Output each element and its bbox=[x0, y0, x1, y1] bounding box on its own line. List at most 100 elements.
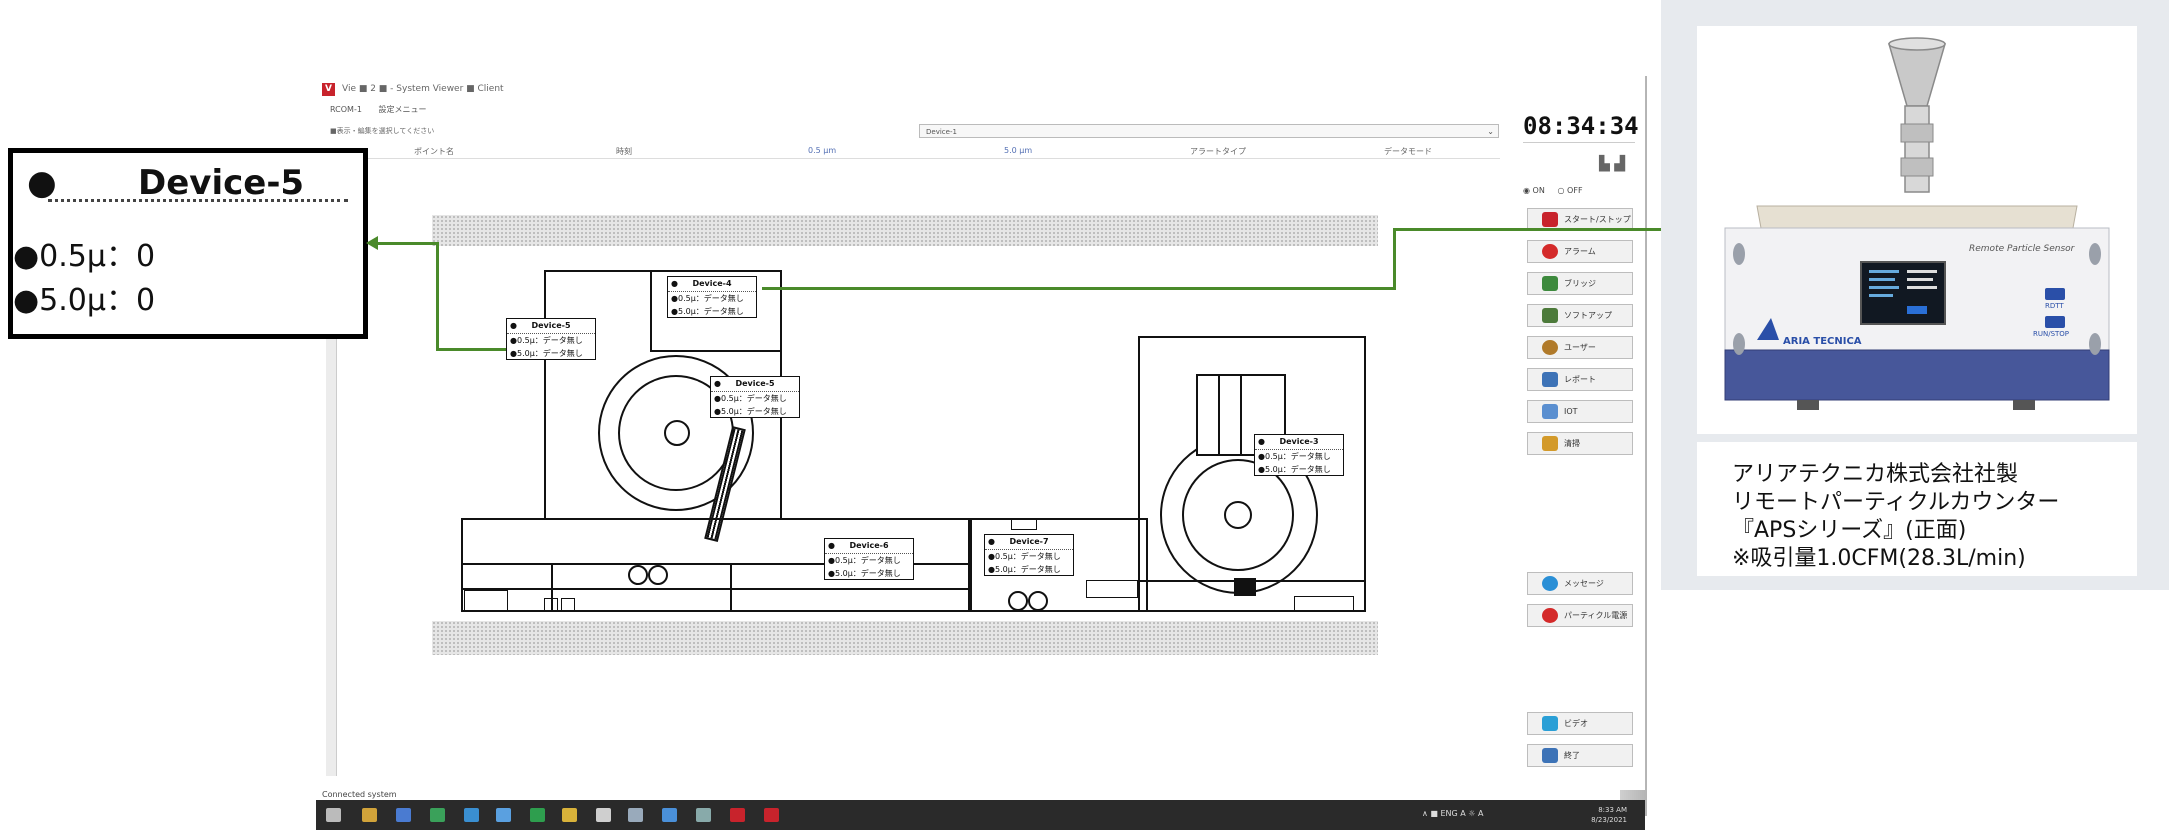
run-stop-label: RUN/STOP bbox=[2033, 330, 2070, 338]
map-label-device-6[interactable]: ● Device-6 ●0.5μ：データ無し ●5.0μ：データ無し bbox=[824, 538, 914, 580]
map-label-device-3[interactable]: ● Device-3 ●0.5μ：データ無し ●5.0μ：データ無し bbox=[1254, 434, 1344, 476]
label-name: Device-7 bbox=[1009, 537, 1049, 546]
label-name: Device-6 bbox=[849, 541, 889, 550]
machine-wall bbox=[1240, 374, 1242, 456]
mode-radios: ◉ ON ○ OFF bbox=[1523, 186, 1583, 195]
pipe-ring bbox=[648, 565, 668, 585]
soft-up-icon bbox=[1542, 308, 1558, 323]
message-icon bbox=[1542, 576, 1558, 591]
connector-line bbox=[762, 287, 1395, 290]
gravel-strip-top bbox=[432, 215, 1378, 246]
header-divider bbox=[330, 158, 1500, 159]
map-label-device-7[interactable]: ● Device-7 ●0.5μ：データ無し ●5.0μ：データ無し bbox=[984, 534, 1074, 576]
connector-line bbox=[436, 348, 506, 351]
app-icon[interactable] bbox=[628, 808, 643, 822]
app-icon[interactable] bbox=[596, 808, 611, 822]
arrow-left-icon bbox=[366, 236, 378, 250]
app-icon[interactable] bbox=[730, 808, 745, 822]
button-label: パーティクル電源 bbox=[1564, 611, 1628, 620]
column-header-point: ポイント名 bbox=[414, 147, 454, 156]
room-small bbox=[464, 590, 508, 612]
hall-wall bbox=[461, 588, 970, 590]
label-row-50: ●5.0μ：データ無し bbox=[671, 307, 744, 316]
label-row-05: ●0.5μ：データ無し bbox=[510, 336, 583, 345]
report-button[interactable]: レポート bbox=[1527, 368, 1633, 391]
gravel-strip-bottom bbox=[432, 621, 1378, 655]
taskbar-clock[interactable]: 8:33 AM 8/23/2021 bbox=[1591, 805, 1627, 825]
app-icon[interactable] bbox=[430, 808, 445, 822]
button-label: メッセージ bbox=[1564, 579, 1604, 588]
title-bar: V Vie ■ 2 ■ - System Viewer ■ Client – ▪… bbox=[316, 76, 1645, 104]
map-label-device-5b[interactable]: ● Device-5 ●0.5μ：データ無し ●5.0μ：データ無し bbox=[710, 376, 800, 418]
particle-counter-illustration bbox=[1724, 37, 2110, 410]
user-button[interactable]: ユーザー bbox=[1527, 336, 1633, 359]
particle-power-button[interactable]: パーティクル電源 bbox=[1527, 604, 1633, 627]
lock-icon[interactable]: ▙ ▟ bbox=[1599, 156, 1625, 172]
label-row-05: ●0.5μ：データ無し bbox=[714, 394, 787, 403]
app-icon[interactable] bbox=[530, 808, 545, 822]
window-title: Vie ■ 2 ■ - System Viewer ■ Client bbox=[342, 84, 504, 94]
map-label-device-5a[interactable]: ● Device-5 ●0.5μ：データ無し ●5.0μ：データ無し bbox=[506, 318, 596, 360]
tank2-core bbox=[1224, 501, 1252, 529]
label-row-50: ●5.0μ：データ無し bbox=[1258, 465, 1331, 474]
tank-core bbox=[664, 420, 690, 446]
radio-on[interactable]: ◉ ON bbox=[1523, 186, 1545, 195]
bridge-button[interactable]: ブリッジ bbox=[1527, 272, 1633, 295]
button-label: ユーザー bbox=[1564, 343, 1596, 352]
button-label: ソフトアップ bbox=[1564, 311, 1612, 320]
exit-button[interactable]: 終了 bbox=[1527, 744, 1633, 767]
connector-line bbox=[374, 242, 438, 245]
app-icon[interactable] bbox=[562, 808, 577, 822]
room-small bbox=[1086, 580, 1138, 598]
app-icon[interactable] bbox=[396, 808, 411, 822]
power-icon bbox=[1542, 608, 1558, 623]
video-button[interactable]: ビデオ bbox=[1527, 712, 1633, 735]
callout-title: Device-5 bbox=[138, 163, 305, 203]
label-row-05: ●0.5μ：データ無し bbox=[828, 556, 901, 565]
taskbar-time: 8:33 AM bbox=[1598, 806, 1627, 814]
status-text: Connected system bbox=[322, 790, 397, 799]
product-panel: Remote Particle Sensor ARIA TECNICA RDTT… bbox=[1661, 0, 2169, 590]
button-label: ブリッジ bbox=[1564, 279, 1596, 288]
explorer-icon[interactable] bbox=[362, 808, 377, 822]
menu-item-rcom[interactable]: RCOM-1 bbox=[330, 105, 362, 114]
iot-icon bbox=[1542, 404, 1558, 419]
label-row-05: ●0.5μ：データ無し bbox=[988, 552, 1061, 561]
room-small bbox=[544, 598, 558, 612]
clean-button[interactable]: 清掃 bbox=[1527, 432, 1633, 455]
map-label-device-4[interactable]: ● Device-4 ●0.5μ：データ無し ●5.0μ：データ無し bbox=[667, 276, 757, 318]
iot-button[interactable]: IOT bbox=[1527, 400, 1633, 423]
device-select[interactable]: Device-1 ⌄ bbox=[919, 124, 1499, 138]
taskbar-date: 8/23/2021 bbox=[1591, 816, 1627, 824]
start-icon[interactable] bbox=[326, 808, 341, 822]
alarm-button[interactable]: アラーム bbox=[1527, 240, 1633, 263]
room-small bbox=[1294, 596, 1354, 612]
button-label: スタート/ストップ bbox=[1564, 215, 1631, 224]
message-button[interactable]: メッセージ bbox=[1527, 572, 1633, 595]
start-icon bbox=[1542, 212, 1558, 227]
button-label: 清掃 bbox=[1564, 439, 1580, 448]
product-description: アリアテクニカ株式会社社製 リモートパーティクルカウンター 『APSシリーズ』(… bbox=[1697, 442, 2137, 576]
product-line-4: ※吸引量1.0CFM(28.3L/min) bbox=[1732, 546, 2026, 571]
app-icon[interactable] bbox=[764, 808, 779, 822]
label-row-05: ●0.5μ：データ無し bbox=[671, 294, 744, 303]
chevron-down-icon: ⌄ bbox=[1487, 127, 1494, 136]
app-icon[interactable] bbox=[496, 808, 511, 822]
clock-display: 08:34:34 bbox=[1523, 112, 1639, 143]
app-icon[interactable] bbox=[696, 808, 711, 822]
broom-icon bbox=[1542, 436, 1558, 451]
button-label: ビデオ bbox=[1564, 719, 1588, 728]
room-small bbox=[561, 598, 575, 612]
video-icon bbox=[1542, 716, 1558, 731]
label-name: Device-5 bbox=[531, 321, 571, 330]
menu-item-settings[interactable]: 設定メニュー bbox=[378, 105, 426, 114]
column-header-time: 時刻 bbox=[616, 147, 632, 156]
radio-off[interactable]: ○ OFF bbox=[1558, 186, 1583, 195]
app-icon[interactable] bbox=[662, 808, 677, 822]
app-icon[interactable] bbox=[464, 808, 479, 822]
callout-row-05: ●0.5μ：0 bbox=[13, 239, 156, 274]
label-row-05: ●0.5μ：データ無し bbox=[1258, 452, 1331, 461]
app-window: V Vie ■ 2 ■ - System Viewer ■ Client – ▪… bbox=[316, 76, 1645, 830]
system-tray[interactable]: ∧ ■ ENG A ☼ A bbox=[1422, 809, 1483, 818]
soft-up-button[interactable]: ソフトアップ bbox=[1527, 304, 1633, 327]
